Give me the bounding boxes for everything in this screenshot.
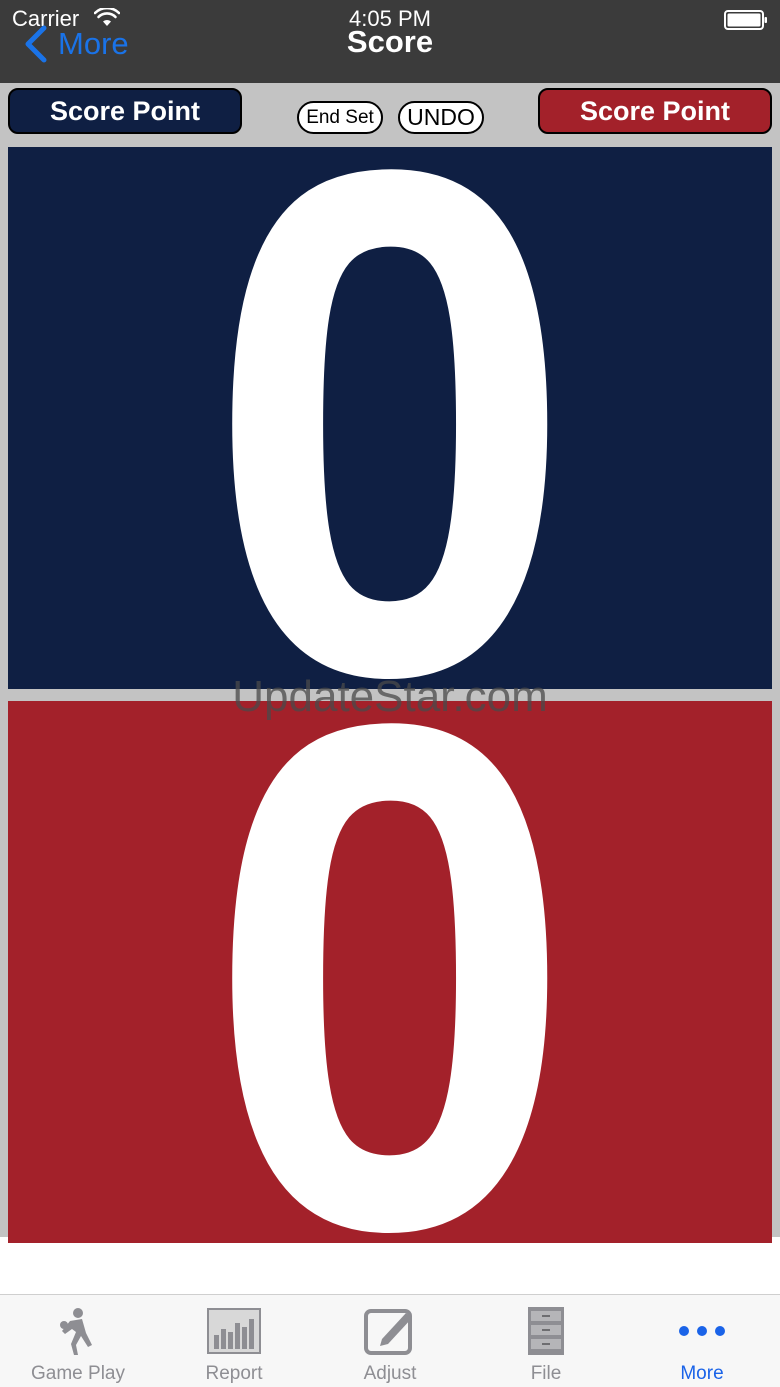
file-cabinet-icon — [528, 1307, 564, 1355]
away-score-point-button[interactable]: Score Point — [538, 88, 772, 134]
end-set-button[interactable]: End Set — [297, 101, 383, 134]
away-score: 0 — [205, 701, 575, 1243]
tab-more[interactable]: More — [624, 1295, 780, 1387]
home-score-point-button[interactable]: Score Point — [8, 88, 242, 134]
more-dots-icon — [679, 1326, 725, 1336]
away-score-panel[interactable]: 0 — [8, 701, 772, 1243]
tab-adjust[interactable]: Adjust — [312, 1295, 468, 1387]
tab-label: Report — [205, 1363, 263, 1384]
home-score: 0 — [205, 147, 575, 689]
home-score-panel[interactable]: 0 — [8, 147, 772, 689]
tab-report[interactable]: Report — [156, 1295, 312, 1387]
tab-label: Game Play — [31, 1363, 125, 1384]
tab-label: Adjust — [363, 1363, 417, 1384]
tab-game-play[interactable]: Game Play — [0, 1295, 156, 1387]
undo-button[interactable]: UNDO — [398, 101, 484, 134]
player-icon — [60, 1308, 92, 1355]
tab-label: File — [530, 1363, 562, 1384]
bar-chart-icon — [207, 1308, 261, 1354]
page-title: Score — [346, 24, 434, 59]
tab-bar: Game Play Report Adjust File More — [0, 1294, 780, 1387]
tab-file[interactable]: File — [468, 1295, 624, 1387]
top-bar: Carrier 4:05 PM More Score — [0, 0, 780, 83]
edit-icon — [364, 1309, 412, 1355]
tab-label: More — [680, 1363, 724, 1384]
